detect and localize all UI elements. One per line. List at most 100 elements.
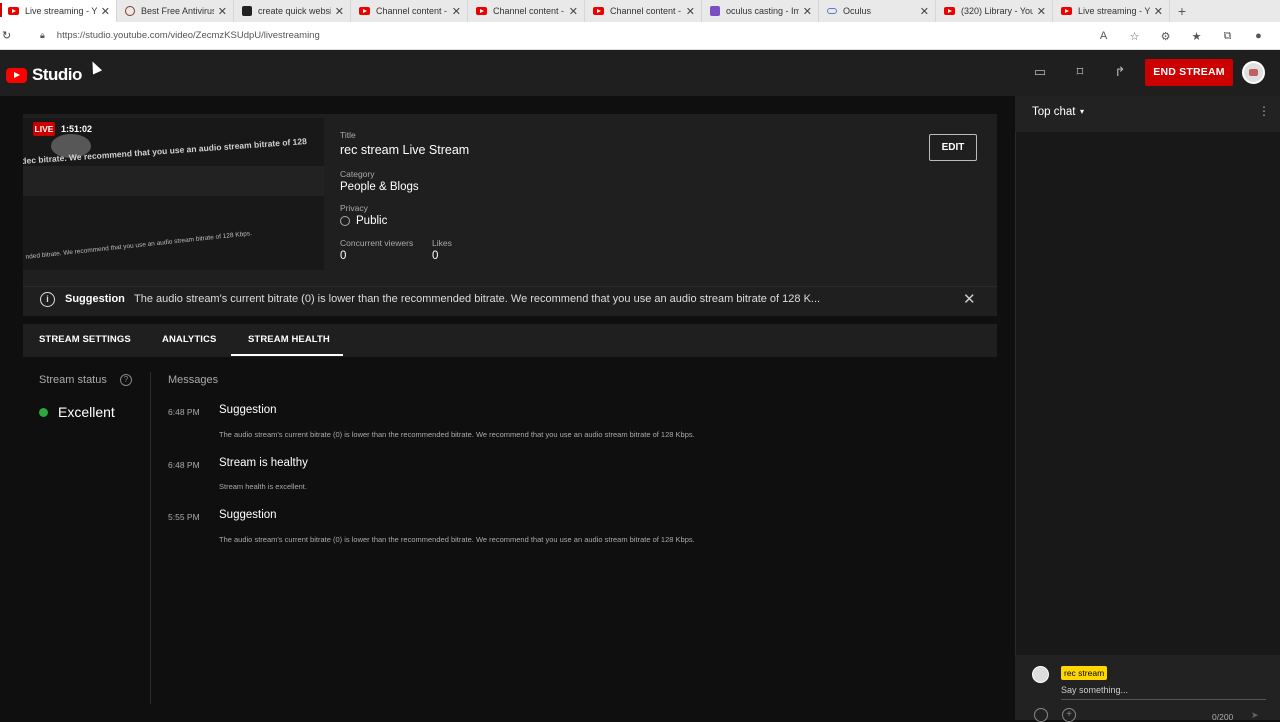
message-body: The audio stream's current bitrate (0) i… [219, 535, 695, 544]
dog-icon [242, 6, 252, 16]
film-icon[interactable]: ▭ [1031, 64, 1049, 80]
close-tab-icon[interactable]: ✕ [1037, 5, 1046, 18]
browser-tab[interactable]: Best Free Antivirus ✕ [117, 0, 234, 22]
browser-toolbar: A ☆ ⚙ ★ ⧉ ● [1088, 22, 1274, 50]
shield-icon [125, 6, 135, 16]
end-stream-button[interactable]: END STREAM [1145, 59, 1233, 86]
browser-tab[interactable]: oculus casting - Im ✕ [702, 0, 819, 22]
close-tab-icon[interactable]: ✕ [803, 5, 812, 18]
likes-label: Likes [432, 238, 452, 248]
browser-tab[interactable]: (320) Library - YouT ✕ [936, 0, 1053, 22]
browser-tab[interactable]: Oculus ✕ [819, 0, 936, 22]
tab-analytics[interactable]: ANALYTICS [162, 334, 216, 345]
suggestion-text: The audio stream's current bitrate (0) i… [134, 293, 821, 305]
browser-tab[interactable]: Channel content - ✕ [585, 0, 702, 22]
message-title: Suggestion [219, 404, 277, 416]
info-icon: i [40, 292, 55, 307]
youtube-icon [593, 7, 604, 15]
likes-value: 0 [432, 250, 439, 262]
title-label: Title [340, 130, 356, 140]
extensions-icon[interactable]: ⚙ [1150, 30, 1181, 43]
youtube-icon [8, 7, 19, 15]
chevron-down-icon[interactable]: ▾ [1080, 107, 1084, 116]
address-bar: ↻ 🔒︎ https://studio.youtube.com/video/Ze… [0, 22, 1280, 50]
profile-icon[interactable]: ● [1243, 30, 1274, 42]
close-tab-icon[interactable]: ✕ [218, 5, 227, 18]
message-time: 6:48 PM [168, 460, 200, 470]
oculus-icon [827, 8, 837, 14]
stream-status-value: Excellent [58, 404, 115, 420]
browser-tab[interactable]: Channel content - ✕ [468, 0, 585, 22]
share-icon[interactable]: ↱ [1111, 64, 1129, 80]
viewers-value: 0 [340, 250, 347, 262]
close-icon[interactable]: ✕ [963, 290, 976, 308]
globe-icon [340, 216, 350, 226]
read-aloud-icon[interactable]: A [1088, 30, 1119, 42]
message-body: Stream health is excellent. [219, 482, 307, 491]
favorite-star-icon[interactable]: ☆ [1119, 30, 1150, 43]
category-value: People & Blogs [340, 181, 419, 193]
avatar[interactable] [1242, 61, 1265, 84]
messages-label: Messages [168, 374, 219, 386]
bookmark-icon[interactable]: ⌑ [1071, 64, 1089, 80]
youtube-icon [359, 7, 370, 15]
divider [150, 372, 151, 704]
close-tab-icon[interactable]: ✕ [1154, 5, 1163, 18]
chat-panel [1015, 96, 1280, 720]
app-icon [710, 6, 720, 16]
url-field[interactable]: https://studio.youtube.com/video/ZecmzKS… [57, 30, 320, 41]
send-icon[interactable]: ➤ [1251, 710, 1259, 721]
privacy-label: Privacy [340, 203, 368, 213]
browser-tab[interactable]: create quick websi ✕ [234, 0, 351, 22]
message-title: Stream is healthy [219, 457, 308, 469]
logo-text: Studio [32, 65, 82, 84]
stream-preview[interactable]: dec bitrate. We recommend that you use a… [23, 118, 324, 270]
stream-status-label: Stream status [39, 374, 107, 386]
more-options-icon[interactable]: ⋮ [1258, 104, 1270, 118]
chat-mode-select[interactable]: Top chat [1032, 106, 1075, 118]
close-tab-icon[interactable]: ✕ [452, 5, 461, 18]
close-tab-icon[interactable]: ✕ [569, 5, 578, 18]
tab-stream-settings[interactable]: STREAM SETTINGS [39, 334, 131, 345]
youtube-icon [1061, 7, 1072, 15]
chat-username: rec stream [1061, 666, 1108, 680]
close-tab-icon[interactable]: ✕ [686, 5, 695, 18]
message-time: 5:55 PM [168, 512, 200, 522]
close-tab-icon[interactable]: ✕ [101, 5, 110, 18]
lock-icon[interactable]: 🔒︎ [40, 30, 45, 41]
live-badge: LIVE [33, 122, 55, 136]
tab-stream-health[interactable]: STREAM HEALTH [248, 334, 330, 345]
refresh-icon[interactable]: ↻ [2, 29, 14, 42]
edit-button[interactable]: EDIT [929, 134, 977, 161]
stream-title: rec stream Live Stream [340, 143, 470, 157]
message-time: 6:48 PM [168, 407, 200, 417]
youtube-icon [476, 7, 487, 15]
avatar [1032, 666, 1049, 683]
category-label: Category [340, 169, 375, 179]
message-body: The audio stream's current bitrate (0) i… [219, 430, 695, 439]
collections-icon[interactable]: ⧉ [1212, 30, 1243, 43]
chat-input-area [1015, 655, 1280, 720]
youtube-logo-icon [6, 67, 27, 83]
preview-overlay-text: nded bitrate. We recommend that you use … [25, 230, 253, 261]
chat-input[interactable]: Say something... [1061, 685, 1128, 695]
active-tab-indicator [231, 354, 343, 356]
close-tab-icon[interactable]: ✕ [920, 5, 929, 18]
new-tab-button[interactable]: + [1170, 3, 1194, 19]
viewers-label: Concurrent viewers [340, 238, 414, 248]
browser-tab[interactable]: Channel content - ✕ [351, 0, 468, 22]
browser-tab-bar: Live streaming - Yo ✕ Best Free Antivirus… [0, 0, 1280, 22]
status-indicator [39, 408, 48, 417]
elapsed-time: 1:51:02 [61, 124, 93, 134]
favorites-icon[interactable]: ★ [1181, 30, 1212, 43]
help-icon[interactable]: ? [120, 374, 132, 386]
character-count: 0/200 [1212, 712, 1234, 722]
studio-logo[interactable]: Studio [6, 65, 82, 85]
message-title: Suggestion [219, 509, 277, 521]
close-tab-icon[interactable]: ✕ [335, 5, 344, 18]
privacy-value: Public [356, 215, 388, 227]
browser-tab[interactable]: Live streaming - Yo ✕ [1053, 0, 1170, 22]
suggestion-title: Suggestion [65, 293, 125, 305]
browser-tab[interactable]: Live streaming - Yo ✕ [0, 0, 117, 22]
youtube-icon [944, 7, 955, 15]
